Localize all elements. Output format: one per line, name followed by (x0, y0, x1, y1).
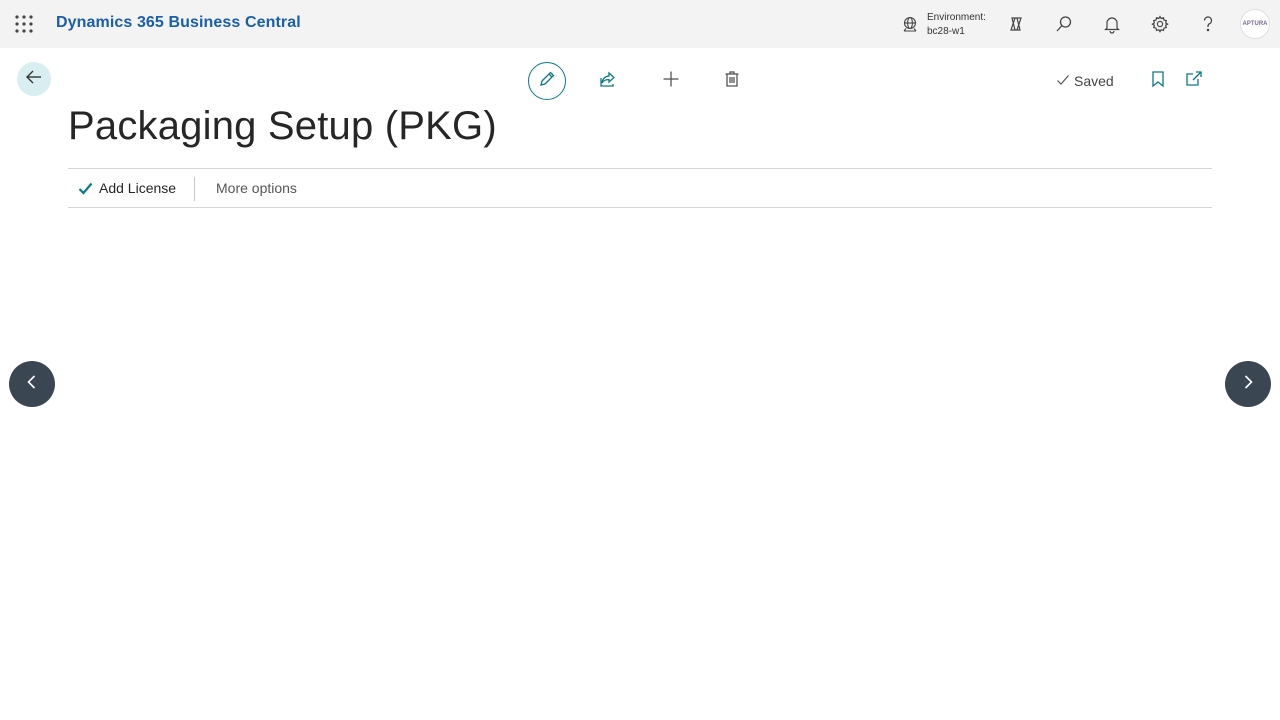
saved-status: Saved (1056, 72, 1114, 90)
action-divider (194, 177, 195, 201)
previous-record-button[interactable] (9, 361, 55, 407)
delete-button[interactable] (720, 69, 744, 93)
saved-label: Saved (1074, 73, 1114, 89)
checkmark-icon (78, 181, 93, 196)
add-license-label: Add License (99, 180, 177, 196)
environment-selector[interactable]: Environment: bc28-w1 (900, 9, 1000, 41)
app-launcher-icon[interactable] (14, 14, 34, 34)
next-record-button[interactable] (1225, 361, 1271, 407)
back-arrow-icon (25, 68, 43, 91)
environment-icon (900, 15, 920, 35)
avatar[interactable]: APTURA (1240, 9, 1270, 39)
search-icon[interactable] (1052, 12, 1076, 36)
more-options-label: More options (216, 180, 297, 196)
action-bar: Add License More options (68, 168, 1212, 208)
bell-icon[interactable] (1100, 12, 1124, 36)
bookmark-icon (1149, 70, 1167, 93)
share-icon (599, 70, 617, 93)
share-button[interactable] (596, 69, 620, 93)
open-new-window-button[interactable] (1182, 69, 1206, 93)
chevron-right-icon (1240, 374, 1256, 395)
environment-label: Environment: (927, 12, 986, 23)
plus-icon (662, 70, 680, 93)
add-license-button[interactable]: Add License (78, 169, 176, 207)
environment-value: bc28-w1 (927, 26, 965, 37)
edit-button[interactable] (528, 62, 566, 100)
checkmark-icon (1056, 73, 1070, 90)
help-icon[interactable] (1196, 12, 1220, 36)
trash-icon (723, 70, 741, 93)
more-options-button[interactable]: More options (216, 169, 297, 207)
app-bar: Dynamics 365 Business Central Environmen… (0, 0, 1280, 48)
page-title: Packaging Setup (PKG) (68, 104, 497, 148)
new-button[interactable] (659, 69, 683, 93)
avatar-text: APTURA (1242, 21, 1268, 27)
app-title[interactable]: Dynamics 365 Business Central (56, 14, 301, 32)
gear-icon[interactable] (1148, 12, 1172, 36)
open-new-window-icon (1185, 70, 1203, 93)
bookmark-button[interactable] (1146, 69, 1170, 93)
chevron-left-icon (24, 374, 40, 395)
pencil-icon (538, 70, 556, 93)
copilot-icon[interactable] (1004, 12, 1028, 36)
back-button[interactable] (17, 62, 51, 96)
